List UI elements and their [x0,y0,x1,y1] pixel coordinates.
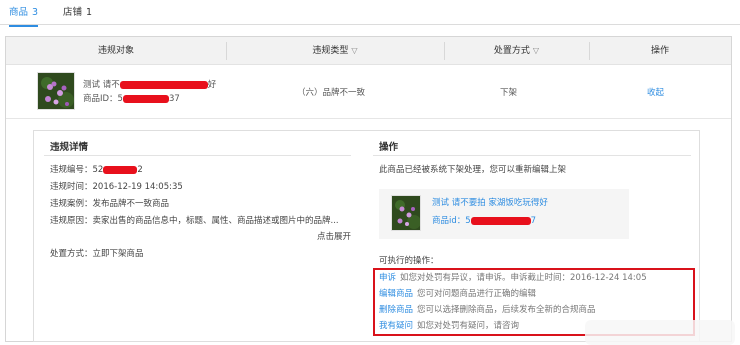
violation-number-suffix: 2 [137,165,143,175]
tab-products[interactable]: 商品 3 [9,6,39,27]
redaction-mark [103,165,138,174]
product-id-text: 商品ID：5 [83,94,123,104]
violation-detail-title: 违规详情 [50,142,89,153]
operations-title: 操作 [379,142,399,153]
violation-reason: 违规原因：卖家出售的商品信息中，标题、属性、商品描述或图片中的品牌... [50,216,339,226]
product-card-thumbnail[interactable] [391,195,421,231]
edit-product-desc: 您可对问题商品进行正确的编辑 [417,289,537,299]
tab-shops-count: 1 [86,7,93,18]
action-appeal: 申诉 如您对处罚有异议，请申诉。申诉截止时间：2016-12-24 14:05 [379,272,647,285]
product-title-suffix: 好 [207,80,217,90]
edit-product-link[interactable]: 编辑商品 [379,289,413,299]
violation-number-text: 违规编号：52 [50,165,104,175]
tab-shops[interactable]: 店铺 1 [63,6,92,20]
product-title-text: 测试 请不 [83,80,120,90]
divider [44,155,351,156]
watermark-overlay [585,320,735,345]
tab-products-count: 3 [32,7,39,18]
header-violation-type[interactable]: 违规类型 ▽ [226,37,444,65]
collapse-link[interactable]: 收起 [647,86,664,100]
expand-link[interactable]: 点击展开 [317,231,351,244]
executable-label: 可执行的操作： [379,256,439,266]
action-taken: 下架 [500,88,518,98]
operations-notice: 此商品已经被系统下架处理，您可以重新编辑上架 [379,165,567,175]
tab-bar: 商品 3 店铺 1 [0,0,740,27]
delete-product-link[interactable]: 删除商品 [379,305,413,315]
filter-icon[interactable]: ▽ [351,37,357,65]
header-violation-object-label: 违规对象 [97,46,134,56]
violation-number: 违规编号：52 2 [50,164,143,177]
question-link[interactable]: 我有疑问 [379,321,413,331]
header-violation-object: 违规对象 [6,37,226,65]
appeal-desc: 如您对处罚有异议，请申诉。申诉截止时间：2016-12-24 14:05 [400,273,647,283]
header-operation-label: 操作 [650,46,669,56]
appeal-link[interactable]: 申诉 [379,273,396,283]
product-id: 商品ID：5 37 [83,92,180,106]
violation-type: （六）品牌不一致 [297,88,366,98]
divider [373,155,691,156]
redaction-mark [470,216,531,225]
action-delete: 删除商品 您可以选择删除商品，后续发布全新的合规商品 [379,304,596,317]
product-thumbnail[interactable] [37,72,75,110]
product-card-title[interactable]: 测试 请不要拍 家湖饭吃玩得好 [432,196,548,210]
table-header: 违规对象 违规类型 ▽ 处置方式 ▽ 操作 [6,37,731,65]
header-operation: 操作 [589,37,731,65]
question-desc: 如您对处罚有疑问，请咨询 [417,321,520,331]
product-card-id-text: 商品id：5 [432,216,471,226]
violation-case: 违规案例：发布品牌不一致商品 [50,199,170,209]
filter-icon[interactable]: ▽ [533,37,539,65]
delete-product-desc: 您可以选择删除商品，后续发布全新的合规商品 [417,305,596,315]
product-card: 测试 请不要拍 家湖饭吃玩得好 商品id：5 7 [379,189,629,239]
header-disposal-label: 处置方式 [493,46,530,56]
header-violation-type-label: 违规类型 [312,46,349,56]
product-title[interactable]: 测试 请不 好 [83,78,216,92]
violation-detail-box: 违规详情 违规编号：52 2 违规时间：2016-12-19 14:05:35 违… [33,130,700,342]
action-edit: 编辑商品 您可对问题商品进行正确的编辑 [379,288,536,301]
tab-shops-label: 店铺 [63,7,83,18]
product-id-suffix: 37 [168,94,180,104]
tab-products-label: 商品 [9,7,29,18]
product-card-id-suffix: 7 [530,216,537,226]
header-disposal[interactable]: 处置方式 ▽ [444,37,589,65]
product-card-id: 商品id：5 7 [432,214,536,228]
violation-time: 违规时间：2016-12-19 14:05:35 [50,182,183,192]
action-question: 我有疑问 如您对处罚有疑问，请咨询 [379,320,519,333]
redaction-mark [119,80,208,89]
disposal-method: 处置方式：立即下架商品 [50,249,144,259]
redaction-mark [122,94,169,103]
